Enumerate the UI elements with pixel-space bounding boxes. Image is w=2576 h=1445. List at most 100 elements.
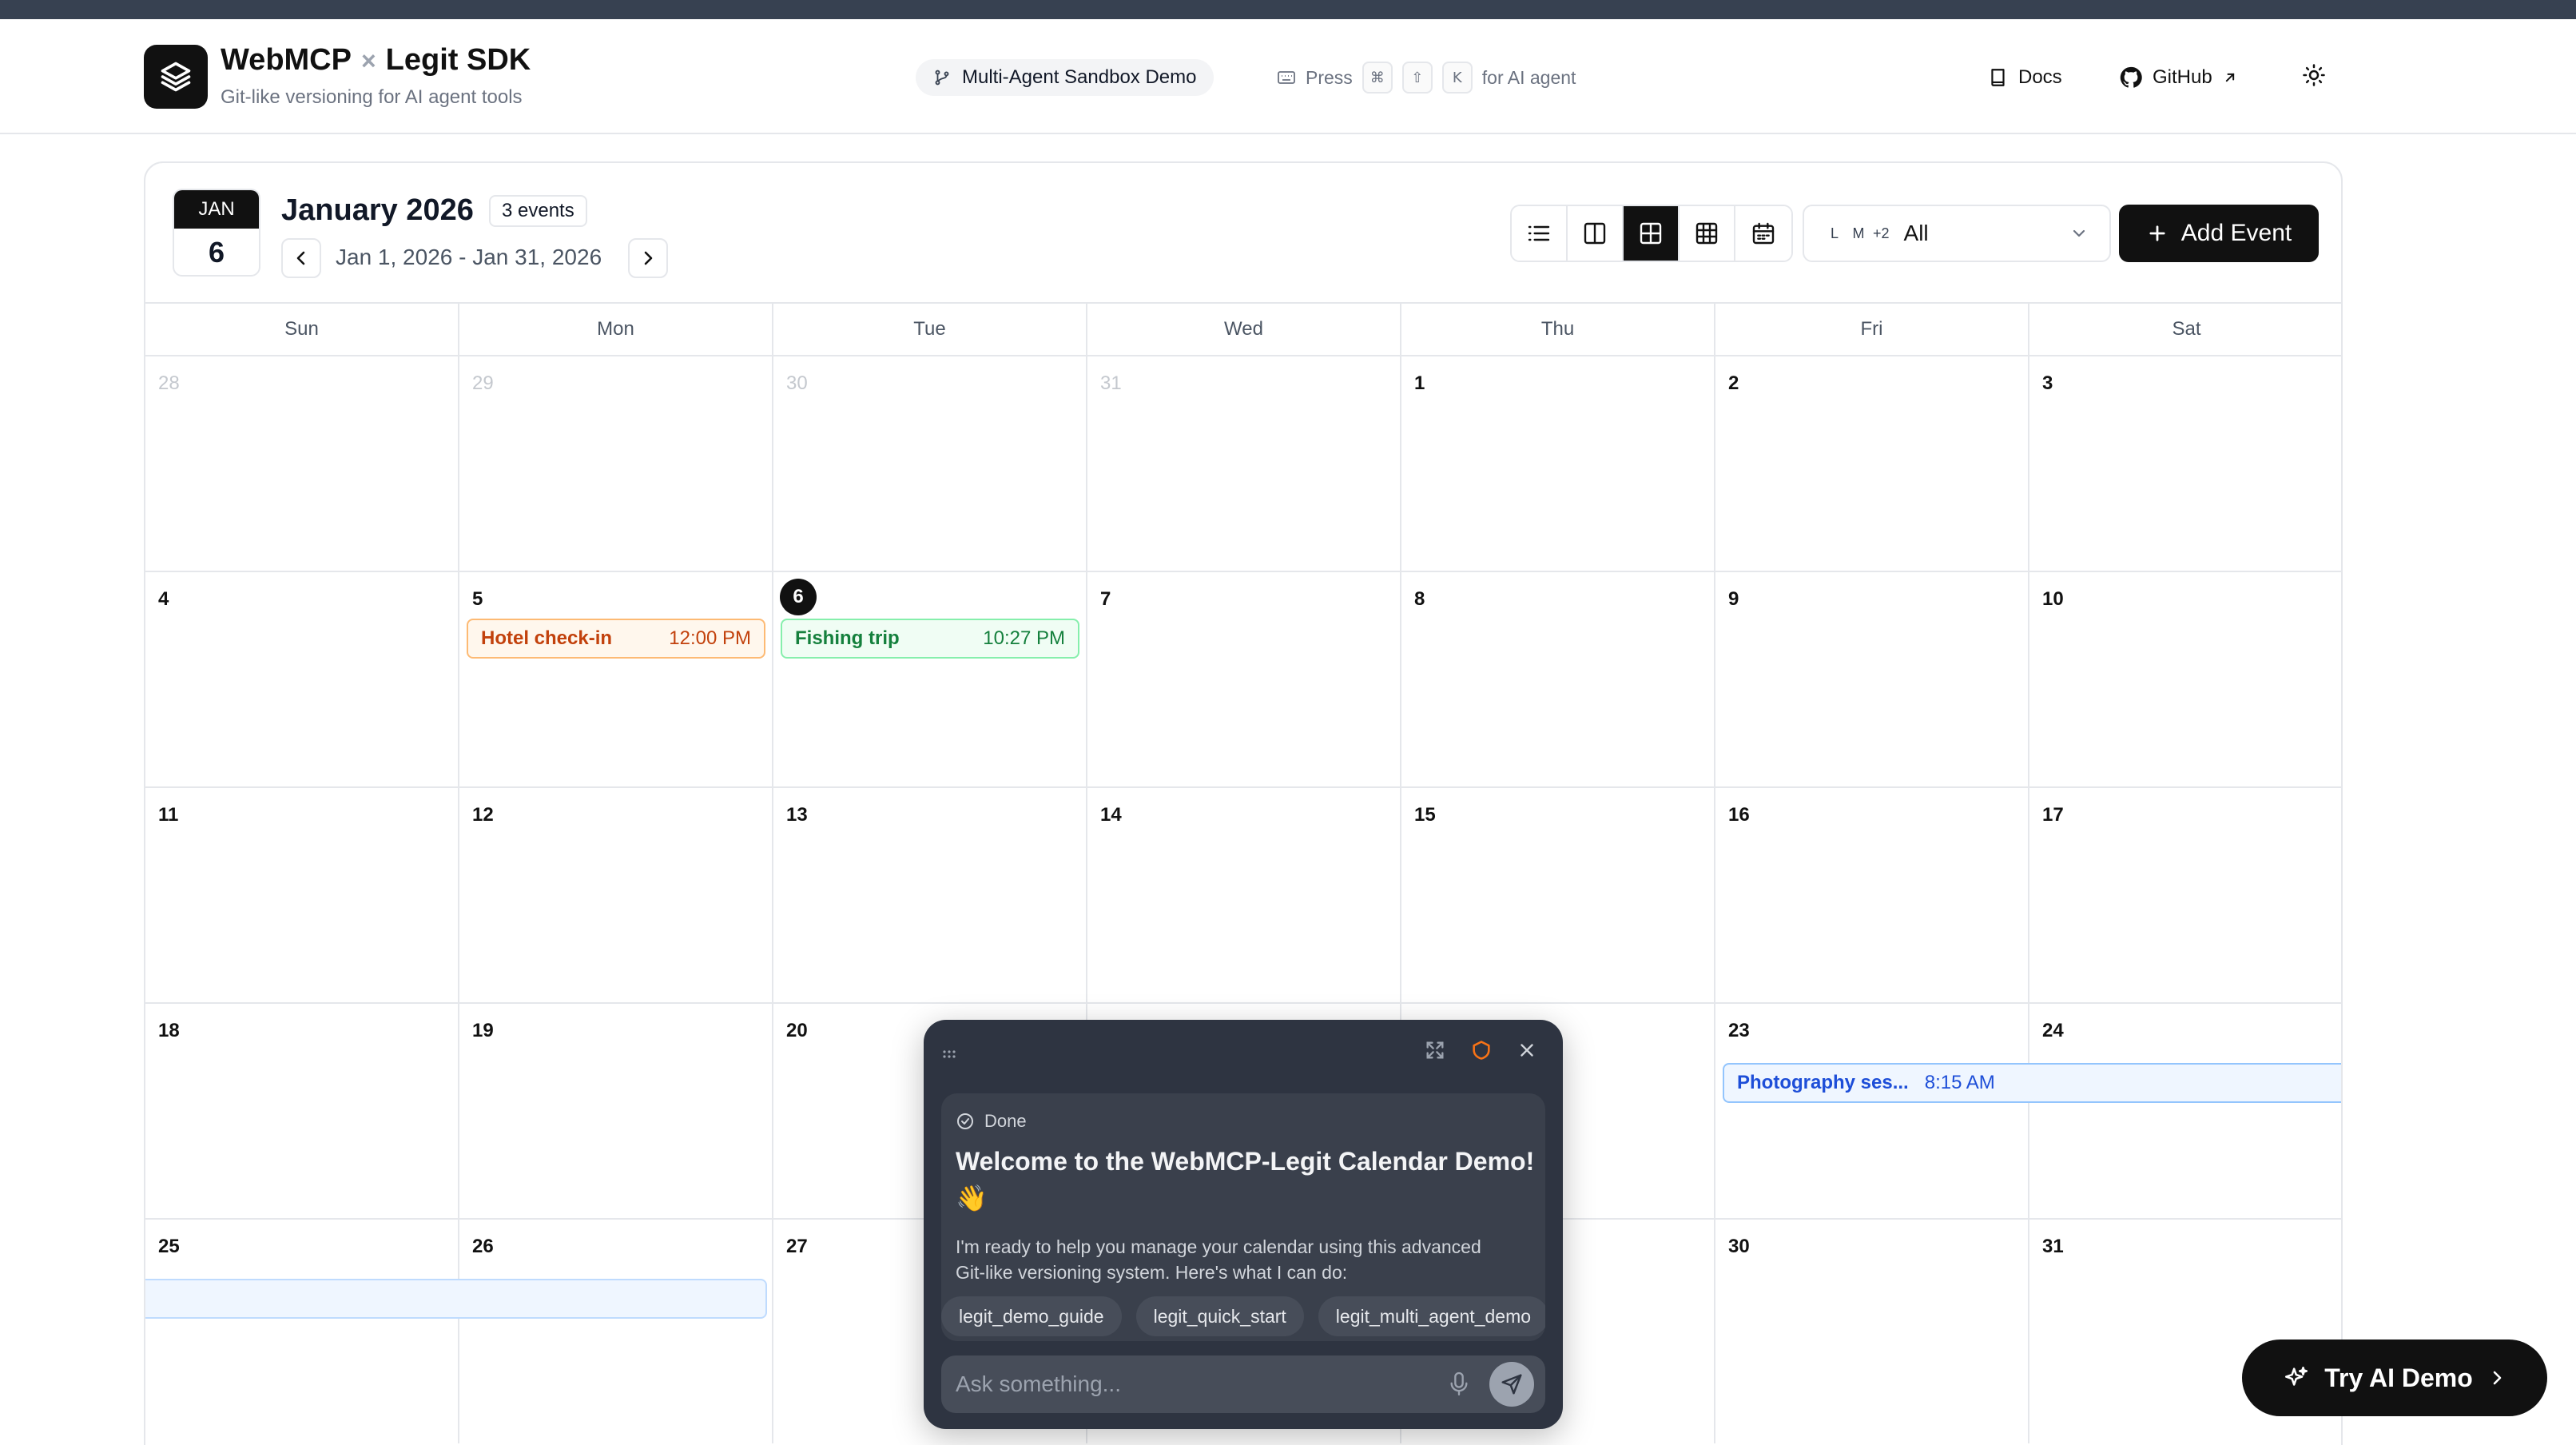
chevron-left-icon [296,251,305,265]
day-cell[interactable]: 13 [773,788,1087,1004]
send-button[interactable] [1489,1362,1534,1407]
sparkles-icon [2285,1366,2308,1386]
day-cell[interactable]: 10 [2029,572,2341,788]
drag-handle-icon[interactable] [941,1049,960,1060]
day-cell[interactable]: 7 [1087,572,1401,788]
day-cell[interactable]: 1 [1401,356,1715,572]
event-continuation-bar[interactable] [145,1279,767,1319]
docs-link[interactable]: Docs [1988,59,2062,96]
top-strip [0,0,2576,19]
suggestion-chip[interactable]: legit_multi_agent_demo [1318,1296,1545,1336]
event-time: 8:15 AM [1924,1072,1995,1093]
month-view-button[interactable] [1624,206,1680,261]
welcome-description: I'm ready to help you manage your calend… [956,1236,1481,1283]
participant-filter-select[interactable]: L M +2 All [1803,205,2111,262]
day-number: 15 [1414,804,1436,826]
chat-input[interactable] [956,1365,1419,1403]
suggestion-chip[interactable]: legit_quick_start [1135,1296,1304,1336]
day-cell[interactable]: 23 [1715,1004,2029,1220]
event-title: Fishing trip [795,627,900,649]
github-link[interactable]: GitHub [2119,59,2238,96]
day-cell[interactable]: 12 [459,788,773,1004]
keyboard-icon [1278,71,1295,84]
day-cell[interactable]: 9 [1715,572,2029,788]
weekday-label: Thu [1401,304,1715,355]
next-month-button[interactable] [628,238,668,278]
day-cell[interactable]: 17 [2029,788,2341,1004]
day-number: 3 [2042,372,2053,394]
weekday-label: Wed [1087,304,1401,355]
badge-day: 6 [208,236,225,269]
event-fishing-trip[interactable]: Fishing trip 10:27 PM [781,619,1079,659]
day-number: 31 [1100,372,1122,394]
brand-left: WebMCP [221,43,352,77]
kbd-shift: ⇧ [1401,62,1433,94]
day-number: 1 [1414,372,1425,394]
list-view-button[interactable] [1512,206,1568,261]
event-hotel-check-in[interactable]: Hotel check-in 12:00 PM [467,619,765,659]
day-cell[interactable]: 2 [1715,356,2029,572]
weekday-label: Tue [773,304,1087,355]
day-cell[interactable]: 26 [459,1220,773,1443]
prev-month-button[interactable] [281,238,321,278]
book-icon [1991,69,2005,86]
chevron-right-icon [644,251,653,265]
day-cell[interactable]: 8 [1401,572,1715,788]
day-cell[interactable]: 18 [145,1004,459,1220]
day-cell[interactable]: 19 [459,1004,773,1220]
welcome-heading: Welcome to the WebMCP-Legit Calendar Dem… [956,1147,1535,1212]
docs-label: Docs [2018,66,2062,88]
microphone-icon[interactable] [1448,1370,1470,1399]
day-number: 30 [786,372,808,394]
day-cell[interactable]: 14 [1087,788,1401,1004]
shield-icon[interactable] [1470,1039,1493,1061]
columns-icon [1584,222,1606,245]
day-cell[interactable]: 11 [145,788,459,1004]
weekday-label: Mon [459,304,773,355]
view-switcher [1510,205,1793,262]
try-ai-demo-button[interactable]: Try AI Demo [2242,1340,2547,1416]
day-number: 2 [1728,372,1739,394]
github-icon [2120,66,2142,88]
day-cell[interactable]: 6 [773,572,1087,788]
add-event-button[interactable]: Add Event [2119,205,2319,262]
day-view-button[interactable] [1568,206,1624,261]
event-photography-session[interactable]: Photography ses... 8:15 AM [1723,1063,2341,1103]
day-cell[interactable]: 16 [1715,788,2029,1004]
check-circle-icon [957,1113,973,1129]
github-label: GitHub [2153,66,2212,88]
send-icon [1501,1374,1522,1395]
layers-logo-icon[interactable] [144,45,208,109]
sun-icon [2303,64,2325,86]
shortcut-hint: Press ⌘ ⇧ K for AI agent [1277,59,1576,96]
day-cell[interactable]: 30 [1715,1220,2029,1443]
expand-icon[interactable] [1424,1039,1446,1061]
day-cell[interactable]: 29 [459,356,773,572]
suggestion-chip[interactable]: legit_demo_guide [941,1296,1122,1336]
day-cell[interactable]: 5 [459,572,773,788]
day-cell[interactable]: 28 [145,356,459,572]
plus-icon [2149,225,2165,241]
avatar: M [1852,225,1865,241]
close-icon[interactable] [1517,1040,1537,1061]
year-view-button[interactable] [1680,206,1735,261]
kbd-k: K [1441,62,1473,94]
day-cell[interactable]: 31 [1087,356,1401,572]
sandbox-pill[interactable]: Multi-Agent Sandbox Demo [916,59,1214,96]
agenda-view-button[interactable] [1735,206,1791,261]
day-cell[interactable]: 15 [1401,788,1715,1004]
day-cell[interactable]: 30 [773,356,1087,572]
day-cell[interactable]: 25 [145,1220,459,1443]
status-text: Done [984,1111,1027,1131]
event-time: 12:00 PM [669,627,751,649]
filter-avatars: L M +2 [1825,225,1890,242]
events-count-badge: 3 events [489,195,587,227]
day-cell[interactable]: 4 [145,572,459,788]
day-cell[interactable]: 24 [2029,1004,2341,1220]
theme-toggle-button[interactable] [2298,59,2330,91]
list-icon [1528,225,1550,241]
day-number: 17 [2042,804,2064,826]
day-cell[interactable]: 3 [2029,356,2341,572]
day-number: 20 [786,1020,808,1041]
day-number: 4 [158,588,169,610]
